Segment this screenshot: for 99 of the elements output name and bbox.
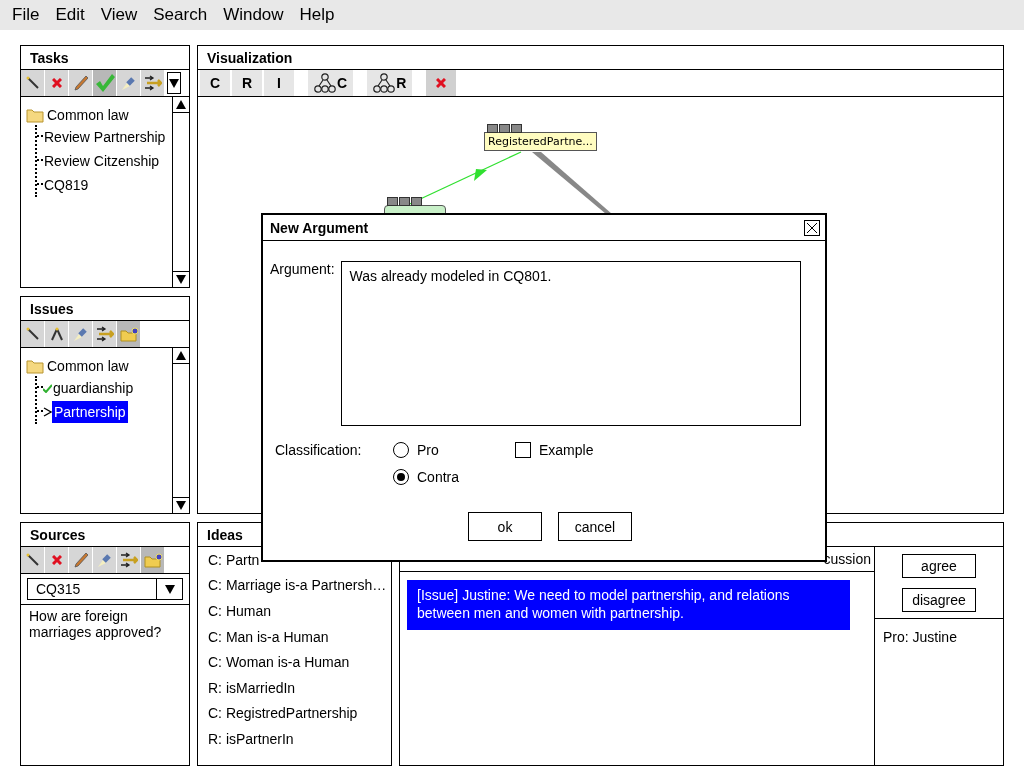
overflow-button[interactable] <box>167 72 181 94</box>
checkbox[interactable]: Example <box>515 441 825 458</box>
vote-button[interactable]: agree <box>902 554 976 578</box>
dialog-button[interactable]: ok <box>468 512 542 541</box>
flashlight-icon <box>72 326 89 342</box>
toolbar-button[interactable]: C <box>200 70 230 96</box>
source-dropdown[interactable]: CQ315 <box>27 578 183 600</box>
idea-item[interactable]: C: Man is-a Human <box>198 623 391 650</box>
hierarchy-icon <box>314 73 336 93</box>
vote-button[interactable]: disagree <box>902 588 976 612</box>
tool-button[interactable] <box>45 321 69 347</box>
idea-item[interactable]: C: RegistredPartnership <box>198 700 391 727</box>
flashlight-icon <box>120 75 137 91</box>
menu-item[interactable]: Window <box>215 5 292 25</box>
wand-icon <box>25 327 40 341</box>
idea-item[interactable]: R: isMarriedIn <box>198 674 391 701</box>
toolbar-button[interactable]: I <box>264 70 294 96</box>
hierarchy-icon <box>373 73 396 93</box>
scroll-up-button[interactable] <box>173 348 189 364</box>
panel-title: Tasks <box>30 49 69 66</box>
tree-item[interactable]: guardianship <box>52 379 135 397</box>
scrollbar[interactable] <box>172 97 189 287</box>
down-arrow-icon <box>176 275 186 284</box>
toolbar-button[interactable]: C <box>308 70 354 96</box>
panel-title: Visualization <box>207 49 293 66</box>
menu-item[interactable]: Search <box>145 5 216 25</box>
wands-icon <box>48 327 65 341</box>
x-mark-icon <box>51 555 62 565</box>
tool-button[interactable] <box>117 547 141 573</box>
tree-item[interactable]: Partnership <box>52 401 128 423</box>
node-button[interactable] <box>399 197 410 206</box>
tool-button[interactable] <box>21 547 45 573</box>
pencil-icon <box>73 75 88 91</box>
tool-button[interactable] <box>21 321 45 347</box>
idea-item[interactable]: C: Marriage is-a Partnersh… <box>198 572 391 599</box>
node-button[interactable] <box>411 197 422 206</box>
arrows-icon <box>143 75 162 91</box>
wand-icon <box>25 553 40 567</box>
dialog-title: New Argument <box>270 219 369 236</box>
tool-button[interactable] <box>141 70 165 96</box>
flashlight-icon <box>96 552 113 568</box>
menu-item[interactable]: View <box>92 5 146 25</box>
x-mark-icon <box>51 78 62 88</box>
check-icon <box>94 73 115 93</box>
tool-button[interactable] <box>141 547 165 573</box>
scrollbar[interactable] <box>172 348 189 513</box>
toolbar-button[interactable]: R <box>232 70 262 96</box>
wand-icon <box>25 76 40 90</box>
source-text: How are foreign marriages approved? <box>28 607 163 642</box>
idea-item[interactable]: R: isPartnerIn <box>198 726 391 752</box>
delete-button[interactable] <box>426 70 457 96</box>
node-button[interactable] <box>487 124 498 133</box>
toolbar-button[interactable]: R <box>367 70 413 96</box>
tool-button[interactable] <box>117 321 141 347</box>
radio-button[interactable]: Pro <box>393 441 515 458</box>
node-button[interactable] <box>511 124 522 133</box>
arrows-icon <box>119 552 138 568</box>
x-mark-icon <box>436 78 447 88</box>
up-arrow-icon <box>176 100 186 109</box>
scroll-up-button[interactable] <box>173 97 189 113</box>
down-arrow-icon <box>176 501 186 510</box>
up-arrow-icon <box>176 351 186 360</box>
idea-item[interactable]: C: Human <box>198 598 391 624</box>
graph-node[interactable]: RegisteredPartne... <box>484 132 597 151</box>
folder-icon <box>143 552 162 568</box>
folder-icon <box>119 326 138 342</box>
idea-item[interactable]: C: Woman is-a Human <box>198 649 391 675</box>
scroll-down-button[interactable] <box>173 271 189 287</box>
scroll-down-button[interactable] <box>173 497 189 513</box>
panel-title: Sources <box>30 526 86 543</box>
close-icon <box>807 222 817 233</box>
panel-title: Issues <box>30 300 74 317</box>
tool-button[interactable] <box>21 70 45 96</box>
tool-button[interactable] <box>93 321 117 347</box>
node-button[interactable] <box>387 197 398 206</box>
dialog-button[interactable]: cancel <box>558 512 632 541</box>
panel-title: Ideas <box>207 526 243 543</box>
down-arrow-icon <box>169 78 179 88</box>
tree-item[interactable]: CQ819 <box>43 176 90 194</box>
tree-item[interactable]: Common law <box>47 107 129 123</box>
node-button[interactable] <box>499 124 510 133</box>
message[interactable]: [Issue] Justine: We need to model partnership, and relations between men and women with partnership. <box>407 580 850 630</box>
field-label: Argument: <box>270 261 335 279</box>
down-arrow-icon <box>164 584 175 594</box>
pencil-icon <box>73 552 88 568</box>
menu-item[interactable]: Edit <box>47 5 93 25</box>
menu-item[interactable]: File <box>4 5 48 25</box>
close-button[interactable] <box>804 219 820 236</box>
radio-button[interactable]: Contra <box>393 468 515 485</box>
vote-summary: Pro: Justine <box>882 628 958 647</box>
tree-item[interactable]: Common law <box>47 358 129 374</box>
field-label: Classification: <box>275 441 363 458</box>
menu-item[interactable]: Help <box>291 5 343 25</box>
tree-item[interactable]: Review Citzenship <box>43 152 161 170</box>
argument-field[interactable]: Was already modeled in CQ801. <box>340 261 801 426</box>
arrows-icon <box>95 326 114 342</box>
folder-icon <box>26 358 44 374</box>
folder-icon <box>26 107 44 123</box>
tree-item[interactable]: Review Partnership <box>43 128 167 146</box>
